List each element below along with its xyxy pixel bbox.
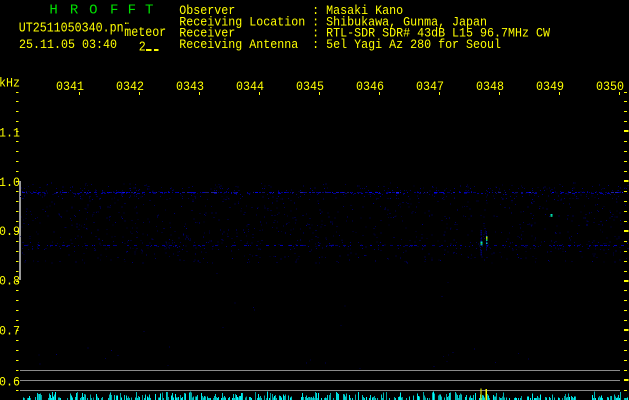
- svg-text:O: O: [89, 2, 97, 18]
- svg-text:25.11.05 03:40: 25.11.05 03:40: [19, 37, 117, 52]
- svg-text:F: F: [128, 2, 136, 18]
- svg-text:0.9: 0.9: [0, 225, 20, 240]
- svg-text:0.6: 0.6: [0, 375, 20, 390]
- svg-text:2: 2: [139, 38, 146, 54]
- svg-text:1.1: 1.1: [0, 126, 20, 141]
- svg-text:T: T: [145, 2, 153, 18]
- svg-text:0.7: 0.7: [0, 324, 20, 339]
- svg-text:kHz: kHz: [0, 76, 20, 91]
- svg-text:R: R: [70, 2, 79, 18]
- svg-text:Receiving Antenna : 5el Yagi: Receiving Antenna : 5el Yagi Az 280 for …: [179, 37, 501, 51]
- svg-text:1.0: 1.0: [0, 175, 20, 190]
- svg-text:F: F: [110, 2, 118, 18]
- svg-text:UT2511050340.pn: UT2511050340.pn: [19, 21, 124, 36]
- svg-text:H: H: [49, 2, 57, 18]
